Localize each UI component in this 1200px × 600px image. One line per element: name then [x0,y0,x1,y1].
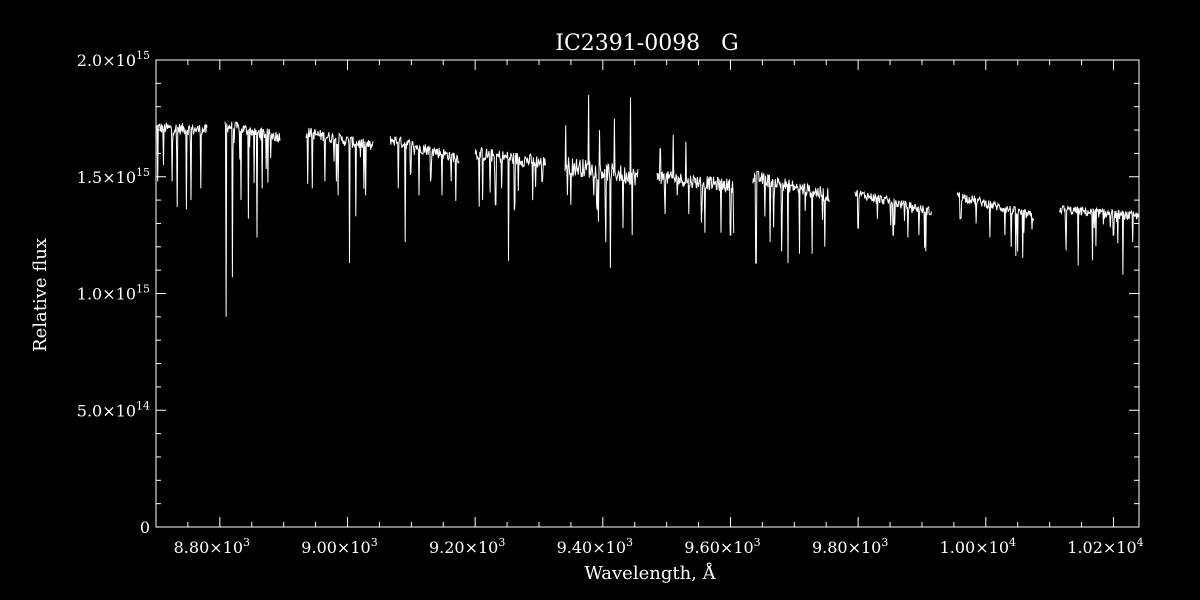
spectrum-segment [474,146,546,261]
y-tick-label: 1.0×1015 [77,283,150,304]
spectrum-segment [224,121,281,317]
spectrum-series [155,94,1140,317]
x-tick-label: 1.00×104 [940,536,1016,557]
spectrum-segment [564,94,639,268]
spectrum-segment [155,122,208,210]
spectrum-segment [305,127,374,264]
x-tick-label: 9.00×103 [301,536,377,557]
spectrum-segment [656,134,735,236]
x-tick-label: 1.02×104 [1067,536,1143,557]
y-tick-label: 0 [140,518,150,537]
x-tick-label: 9.20×103 [429,536,505,557]
x-tick-label: 9.60×103 [684,536,760,557]
spectrum-segment [752,170,830,264]
spectrum-segment [389,135,460,243]
spectrum-segment [854,189,932,252]
spectrum-segment [956,191,1035,258]
y-tick-label: 5.0×1014 [77,399,150,420]
y-tick-label: 2.0×1015 [77,49,150,70]
spectrum-segment [1058,205,1140,275]
spectrum-chart: IC2391-0098 G Wavelength, Å Relative flu… [0,0,1200,600]
axis-ticks [155,59,1139,528]
x-tick-label: 9.80×103 [812,536,888,557]
plot-frame [155,59,1140,528]
y-tick-label: 1.5×1015 [77,166,150,187]
x-tick-label: 9.40×103 [557,536,633,557]
x-axis-label: Wavelength, Å [584,562,716,584]
y-axis-label: Relative flux [30,238,51,352]
chart-title: IC2391-0098 G [555,31,739,56]
x-tick-label: 8.80×103 [174,536,250,557]
